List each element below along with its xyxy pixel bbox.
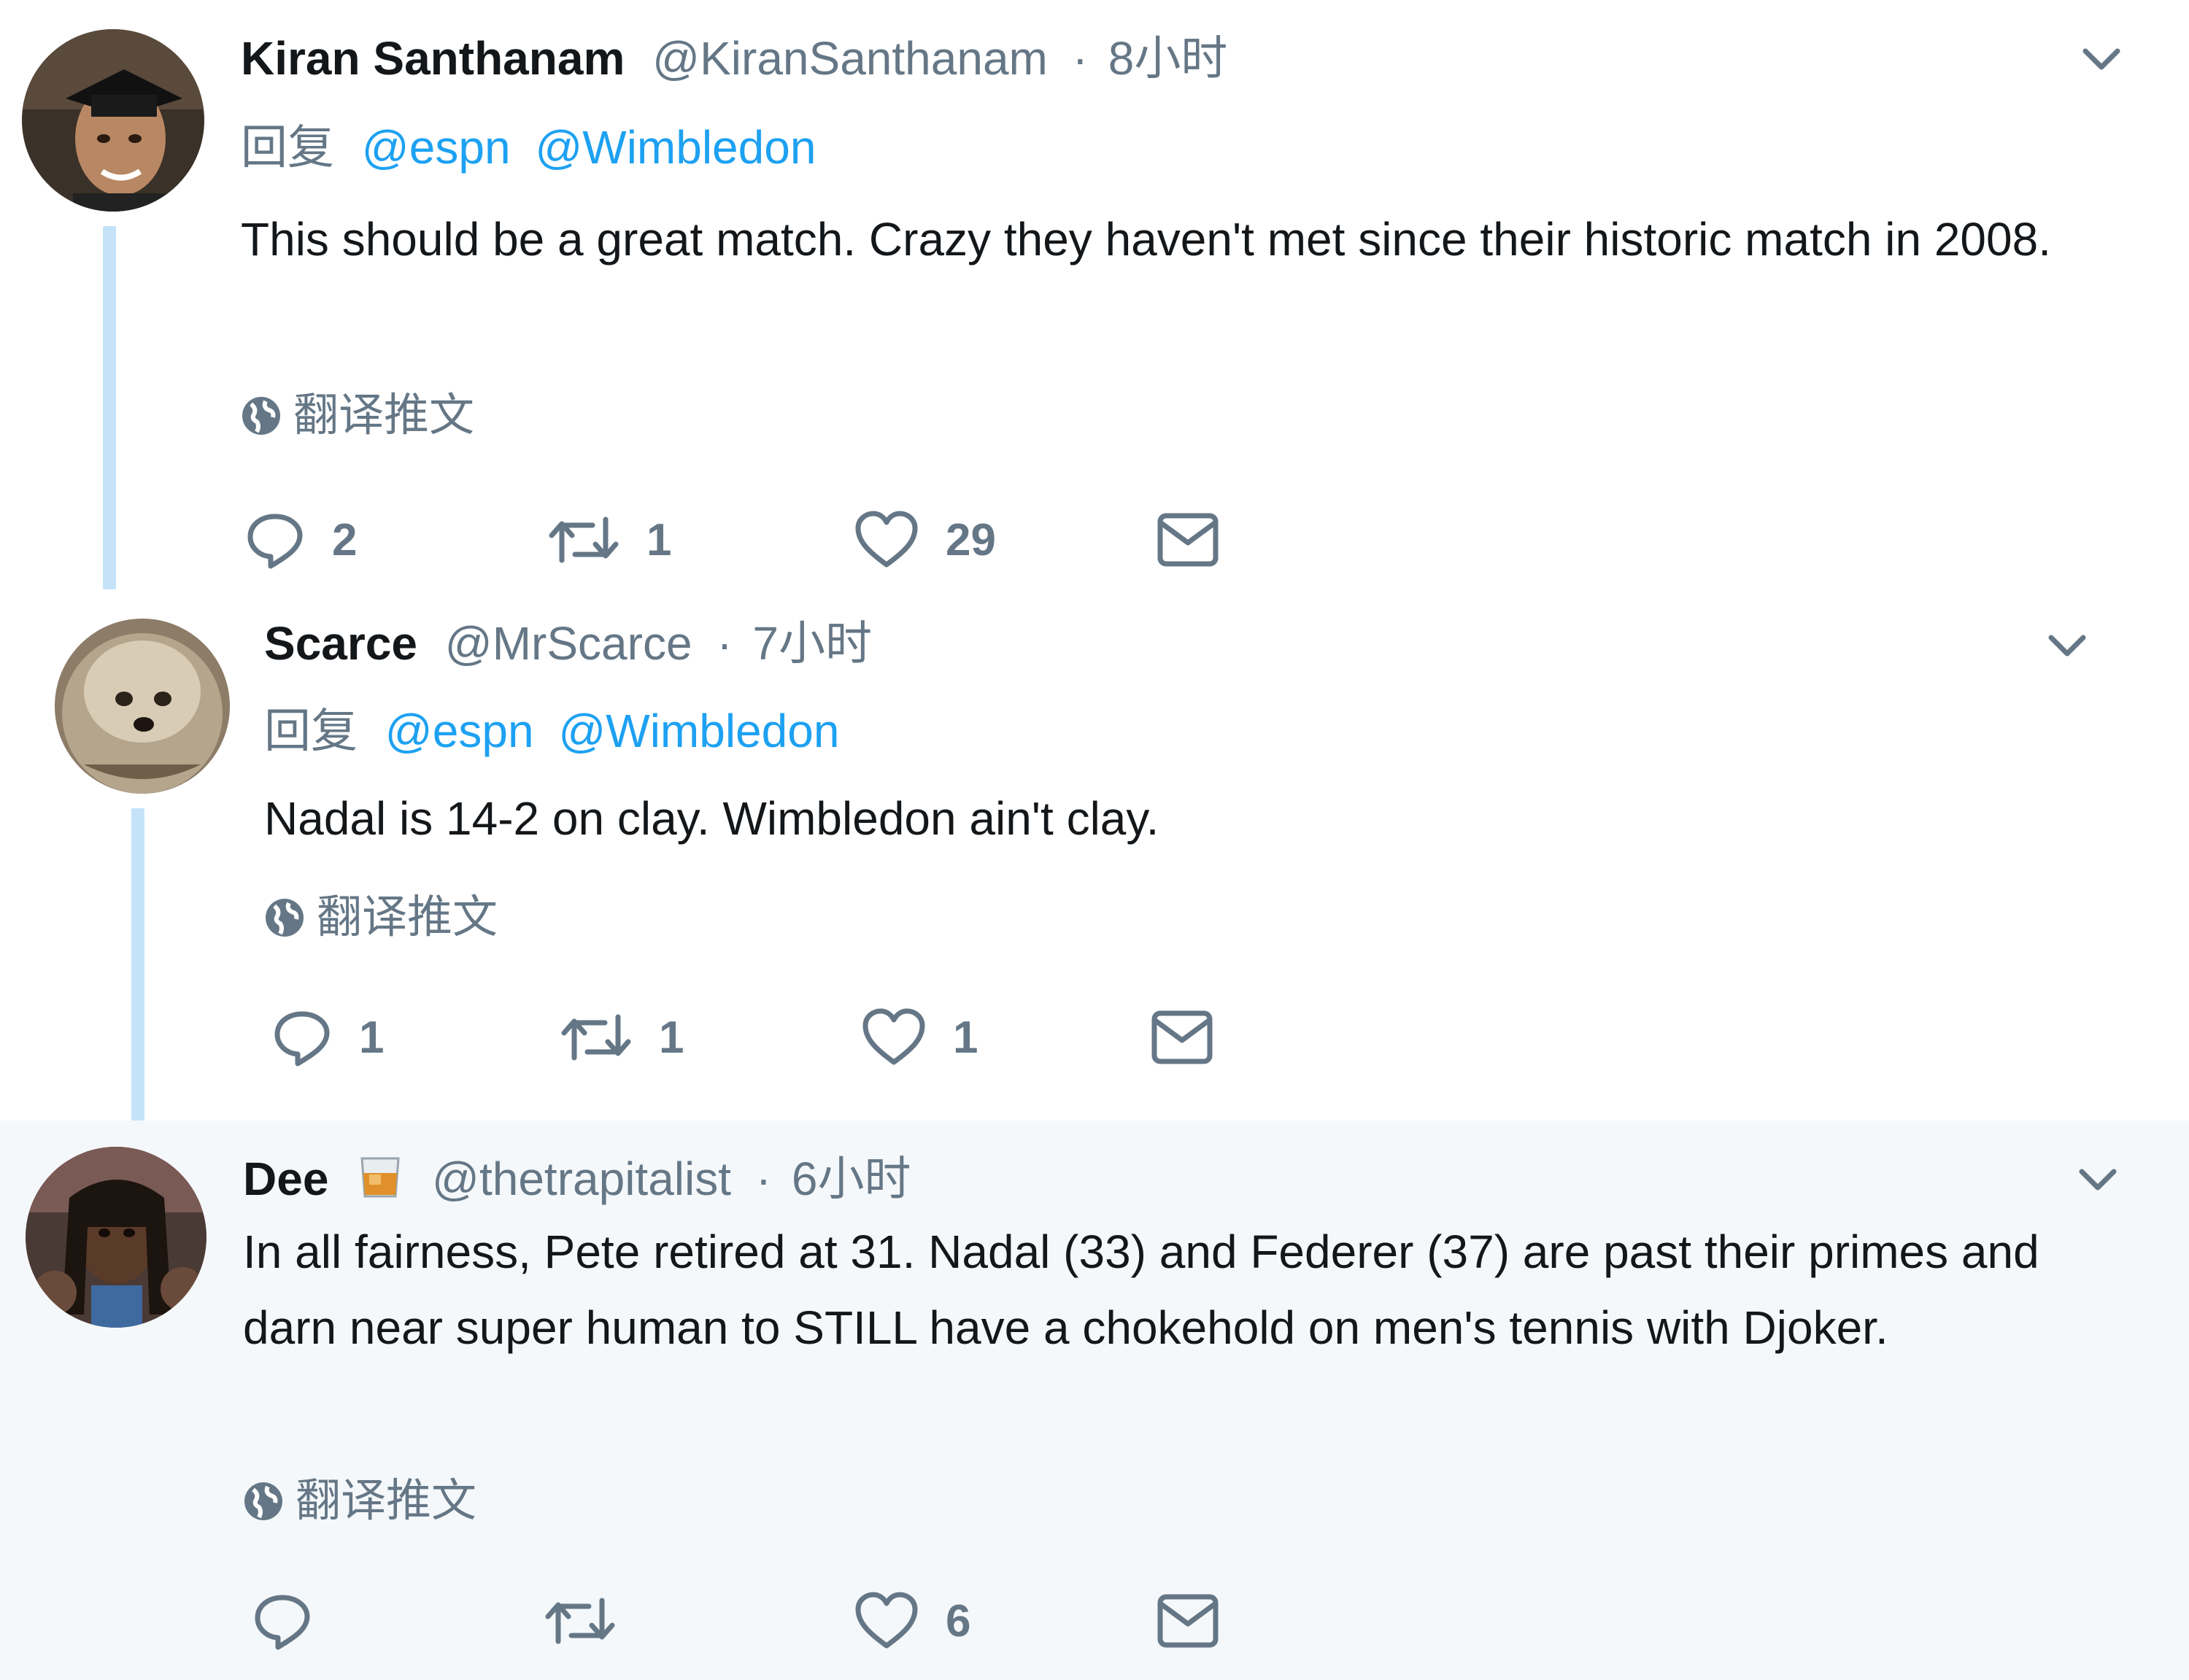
globe-icon (242, 397, 280, 435)
action-bar: 2 1 29 (244, 503, 1266, 576)
like-count: 29 (946, 514, 996, 565)
tweet-text: In all fairness, Pete retired at 31. Nad… (243, 1226, 2039, 1354)
whisky-glass-icon (360, 1157, 400, 1198)
like-button[interactable]: 1 (861, 1001, 978, 1074)
globe-icon (244, 1482, 282, 1520)
like-button[interactable]: 6 (854, 1584, 970, 1657)
envelope-icon (1151, 1010, 1213, 1064)
reply-button[interactable] (252, 1584, 339, 1657)
translate-label: 翻译推文 (296, 1476, 477, 1526)
action-bar: 6 (252, 1584, 1273, 1657)
reply-context: 回复 @espn @Wimbledon (264, 702, 839, 760)
translate-tweet-link[interactable]: 翻译推文 (241, 388, 474, 444)
reply-icon (247, 514, 303, 569)
reply-count: 1 (359, 1012, 385, 1063)
avatar[interactable] (22, 29, 204, 212)
retweet-count: 1 (659, 1012, 684, 1063)
reply-icon (255, 1595, 310, 1650)
retweet-count: 1 (646, 514, 672, 565)
reply-button[interactable]: 2 (244, 503, 357, 576)
chevron-down-icon[interactable] (2045, 623, 2089, 667)
retweet-icon (561, 1014, 631, 1061)
display-name[interactable]: Dee (243, 1153, 328, 1205)
timestamp[interactable]: 8小时 (1108, 32, 1228, 85)
timestamp[interactable]: 6小时 (792, 1153, 911, 1205)
like-button[interactable]: 29 (854, 503, 996, 576)
thread-line (103, 226, 116, 589)
user-handle[interactable]: @thetrapitalist (432, 1153, 731, 1205)
mention-link[interactable]: @espn (362, 121, 511, 174)
like-count: 1 (953, 1012, 978, 1063)
direct-message-button[interactable] (1157, 503, 1219, 576)
tweet-kiran[interactable]: Kiran Santhanam @KiranSanthanam · 8小时 回复… (0, 0, 2189, 589)
heart-icon (855, 1592, 918, 1649)
avatar[interactable] (55, 619, 230, 794)
mention-link[interactable]: @espn (385, 705, 534, 757)
tweet-text: Nadal is 14-2 on clay. Wimbledon ain't c… (264, 792, 1159, 845)
tweet-dee[interactable]: Dee @thetrapitalist · 6小时 In all fairnes… (0, 1120, 2189, 1680)
heart-icon (855, 511, 918, 568)
envelope-icon (1157, 1594, 1219, 1648)
tweet-header: Dee @thetrapitalist · 6小时 (243, 1150, 911, 1208)
globe-icon (266, 899, 304, 937)
heart-icon (862, 1008, 925, 1065)
avatar[interactable] (26, 1147, 206, 1328)
retweet-icon (545, 1598, 615, 1644)
envelope-icon (1157, 513, 1219, 567)
direct-message-button[interactable] (1157, 1584, 1219, 1657)
translate-tweet-link[interactable]: 翻译推文 (243, 1474, 476, 1529)
user-handle[interactable]: @MrScarce (445, 617, 692, 670)
separator-dot: · (1072, 32, 1088, 85)
translate-label: 翻译推文 (317, 892, 498, 942)
retweet-icon (549, 516, 619, 563)
chevron-down-icon[interactable] (2080, 36, 2123, 80)
direct-message-button[interactable] (1151, 1001, 1213, 1074)
action-bar: 1 1 1 (271, 1001, 1293, 1074)
mention-link[interactable]: @Wimbledon (535, 121, 816, 174)
retweet-button[interactable]: 1 (560, 1001, 684, 1074)
tweet-scarce[interactable]: Scarce @MrScarce · 7小时 回复 @espn @Wimbled… (0, 589, 2189, 1120)
timestamp[interactable]: 7小时 (752, 617, 872, 670)
reply-icon (274, 1011, 330, 1067)
separator-dot: · (717, 617, 733, 670)
display-name[interactable]: Scarce (264, 617, 417, 670)
retweet-button[interactable]: 1 (547, 503, 671, 576)
reply-prefix: 回复 (264, 705, 358, 757)
reply-count: 2 (332, 514, 358, 565)
translate-tweet-link[interactable]: 翻译推文 (264, 890, 498, 945)
thread-line (131, 808, 144, 1120)
mention-link[interactable]: @Wimbledon (558, 705, 839, 757)
translate-label: 翻译推文 (293, 390, 475, 441)
user-handle[interactable]: @KiranSanthanam (652, 32, 1048, 85)
chevron-down-icon[interactable] (2076, 1157, 2120, 1201)
separator-dot: · (755, 1153, 772, 1205)
tweet-header: Scarce @MrScarce · 7小时 (264, 614, 872, 673)
tweet-header: Kiran Santhanam @KiranSanthanam · 8小时 (241, 29, 1227, 88)
display-name[interactable]: Kiran Santhanam (241, 32, 625, 85)
reply-context: 回复 @espn @Wimbledon (241, 118, 816, 177)
retweet-button[interactable] (544, 1584, 643, 1657)
tweet-text: This should be a great match. Crazy they… (241, 213, 2051, 266)
reply-prefix: 回复 (241, 121, 334, 174)
reply-button[interactable]: 1 (271, 1001, 384, 1074)
like-count: 6 (946, 1595, 971, 1646)
